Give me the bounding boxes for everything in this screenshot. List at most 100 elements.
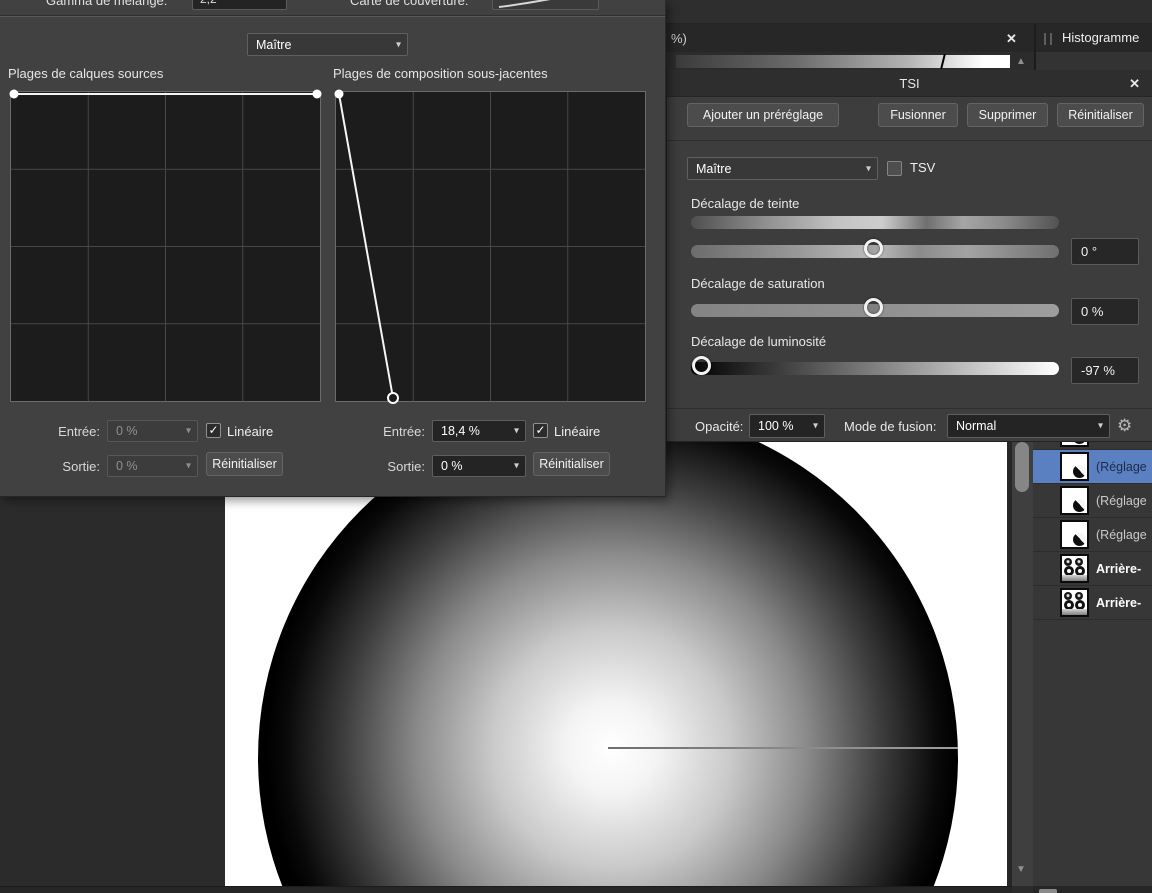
curve-point-handle[interactable]	[334, 89, 344, 99]
luminosity-shift-slider[interactable]	[691, 362, 1059, 375]
layer-label: (Réglage	[1096, 527, 1147, 542]
tab-histogramme[interactable]: Histogramme	[1036, 24, 1152, 52]
source-input-select[interactable]: 0 % ▾	[107, 420, 198, 442]
underlying-output-select[interactable]: 0 % ▾	[432, 455, 526, 477]
adjustment-layer-thumbnail[interactable]	[1060, 520, 1089, 549]
scroll-up-icon[interactable]: ▲	[1016, 57, 1026, 67]
output-label: Sortie:	[387, 459, 425, 474]
input-label: Entrée:	[383, 424, 425, 439]
source-output-select[interactable]: 0 % ▾	[107, 455, 198, 477]
coverage-map-button[interactable]	[492, 0, 599, 10]
luminosity-value-input[interactable]: -97 %	[1071, 357, 1139, 384]
document-canvas[interactable]	[225, 442, 1007, 886]
hue-shift-label: Décalage de teinte	[691, 196, 800, 211]
merge-button[interactable]: Fusionner	[878, 103, 958, 127]
pixel-layer-thumbnail[interactable]	[1060, 554, 1089, 583]
thumb-sphere	[1075, 558, 1083, 566]
chevron-down-icon: ▾	[395, 39, 401, 50]
layer-label: Arrière-	[1096, 561, 1142, 576]
source-curve-plot	[9, 89, 322, 401]
hue-slider-handle[interactable]	[864, 239, 883, 258]
underlying-ranges-graph[interactable]	[334, 89, 646, 404]
gear-icon[interactable]: ⚙	[1117, 415, 1132, 437]
levels-gradient-strip	[676, 55, 1010, 68]
layer-row[interactable]: Arrière-	[1033, 552, 1152, 586]
curve-point-handle[interactable]	[9, 89, 19, 99]
gradient-sphere-image	[258, 442, 958, 886]
layer-row[interactable]: (Réglage	[1033, 484, 1152, 518]
tsv-checkbox[interactable]	[887, 161, 902, 176]
chevron-down-icon: ▾	[513, 425, 519, 437]
luminosity-shift-label: Décalage de luminosité	[691, 334, 827, 349]
close-icon[interactable]: ✕	[1129, 76, 1140, 92]
opacity-select[interactable]: 100 % ▾	[749, 414, 825, 438]
saturation-slider-handle[interactable]	[864, 298, 883, 317]
input-label: Entrée:	[58, 424, 100, 439]
source-input-value: 0 %	[116, 424, 138, 438]
linear-checkbox[interactable]: ✓	[533, 423, 548, 438]
output-label: Sortie:	[62, 459, 100, 474]
graph-grid	[11, 92, 320, 401]
curve-point-handle-selected[interactable]	[387, 392, 399, 404]
underlying-reset-button[interactable]: Réinitialiser	[533, 452, 610, 476]
underlying-input-value: 18,4 %	[441, 424, 480, 438]
luminosity-slider-handle[interactable]	[692, 356, 711, 375]
thumb-sphere	[1075, 592, 1083, 600]
separator	[667, 140, 1152, 141]
separator	[0, 16, 665, 17]
layer-row-partial[interactable]	[1033, 442, 1152, 450]
layers-panel: (Réglage (Réglage (Réglage Arrière- Arri…	[1033, 442, 1152, 886]
adjustment-icon	[1073, 499, 1086, 512]
opacity-value: 100 %	[758, 419, 794, 433]
layer-row[interactable]: (Réglage	[1033, 518, 1152, 552]
horizontal-scrollbar-track[interactable]	[0, 886, 1012, 893]
pixel-layer-thumbnail[interactable]	[1060, 588, 1089, 617]
blend-gamma-input[interactable]: 2,2	[192, 0, 287, 10]
top-panel-bar: %) ✕ Histogramme ▲	[666, 0, 1152, 70]
underlying-input-select[interactable]: 18,4 % ▾	[432, 420, 526, 442]
channel-select[interactable]: Maître ▾	[687, 157, 878, 180]
footer-button-partial[interactable]	[1039, 889, 1057, 893]
blend-mode-select[interactable]: Normal ▾	[947, 414, 1110, 438]
source-graph-title: Plages de calques sources	[8, 66, 164, 81]
hue-value-input[interactable]: 0 °	[1071, 238, 1139, 265]
selected-channel: Maître	[696, 161, 732, 176]
layer-row-selected[interactable]: (Réglage	[1033, 450, 1152, 484]
close-icon[interactable]: ✕	[1006, 31, 1017, 47]
thumb-sphere	[1064, 592, 1072, 600]
chevron-down-icon: ▾	[1097, 420, 1103, 432]
histogram-panel-edge	[1036, 52, 1152, 70]
panel-header-strip	[666, 0, 1152, 24]
scroll-down-icon[interactable]: ▼	[1016, 865, 1026, 875]
vertical-scrollbar-track[interactable]	[1012, 442, 1033, 886]
vertical-scrollbar-thumb[interactable]	[1015, 442, 1029, 492]
blend-options-dialog: Gamma de mélange: 2,2 Carte de couvertur…	[0, 0, 666, 497]
delete-button[interactable]: Supprimer	[967, 103, 1048, 127]
chevron-down-icon: ▾	[865, 163, 871, 174]
linear-checkbox[interactable]: ✓	[206, 423, 221, 438]
source-ranges-graph[interactable]	[9, 89, 322, 402]
app-window: ▼ (Réglage (Réglage (Réglage Arrière- Ar…	[0, 0, 1152, 893]
chevron-down-icon: ▾	[185, 425, 191, 437]
tsi-panel-titlebar[interactable]: TSI ✕	[667, 70, 1152, 97]
blend-channel-select[interactable]: Maître ▾	[247, 33, 408, 56]
thumb-gradient	[1062, 609, 1087, 615]
underlying-output-value: 0 %	[441, 459, 463, 473]
add-preset-button[interactable]: Ajouter un préréglage	[687, 103, 839, 127]
layer-row[interactable]: Arrière-	[1033, 586, 1152, 620]
adjustment-layer-thumbnail[interactable]	[1060, 442, 1089, 447]
separator	[667, 408, 1152, 409]
underlying-curve-plot	[334, 89, 645, 404]
curve-point-handle[interactable]	[312, 89, 322, 99]
opacity-label: Opacité:	[695, 419, 744, 434]
adjustment-layer-thumbnail[interactable]	[1060, 452, 1089, 481]
adjustment-layer-thumbnail[interactable]	[1060, 486, 1089, 515]
blend-mode-label: Mode de fusion:	[844, 419, 937, 434]
chevron-down-icon: ▾	[513, 460, 519, 472]
thumb-gradient	[1062, 575, 1087, 581]
linear-label: Linéaire	[554, 424, 601, 439]
layer-label: Arrière-	[1096, 595, 1142, 610]
saturation-value-input[interactable]: 0 %	[1071, 298, 1139, 325]
reset-button[interactable]: Réinitialiser	[1057, 103, 1144, 127]
source-reset-button[interactable]: Réinitialiser	[206, 452, 283, 476]
